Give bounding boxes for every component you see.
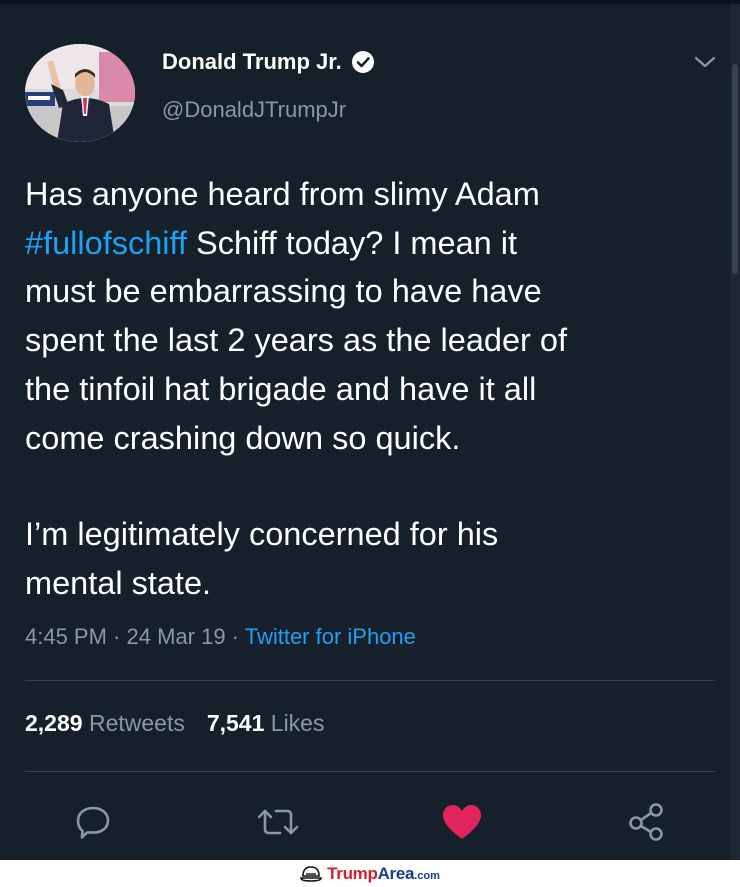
- reply-button[interactable]: [71, 800, 115, 844]
- tweet-text: Has anyone heard from slimy Adam #fullof…: [25, 170, 705, 608]
- meta-separator: ·: [106, 624, 127, 649]
- author-name[interactable]: Donald Trump Jr.: [162, 49, 342, 75]
- author-name-row[interactable]: Donald Trump Jr.: [162, 49, 375, 75]
- author-handle[interactable]: @DonaldJTrumpJr: [162, 97, 346, 123]
- tweet-time: 4:45 PM: [25, 624, 107, 649]
- likes-count: 7,541: [206, 710, 265, 736]
- chevron-down-icon[interactable]: [693, 50, 717, 74]
- tweet-date: 24 Mar 19: [126, 624, 226, 649]
- divider: [25, 771, 715, 772]
- tweet-paragraph-2: I’m legitimately concerned for his menta…: [25, 516, 499, 601]
- like-button[interactable]: [440, 800, 484, 844]
- tweet-paragraph-1: Has anyone heard from slimy Adam #fullof…: [25, 170, 705, 462]
- watermark-part-1: Trump: [327, 863, 378, 883]
- tweet-source-link[interactable]: Twitter for iPhone: [245, 624, 416, 649]
- retweet-icon: [257, 809, 299, 835]
- retweet-button[interactable]: [256, 800, 300, 844]
- retweets-count: 2,289: [25, 710, 83, 736]
- tweet-meta: 4:45 PM · 24 Mar 19 · Twitter for iPhone: [25, 624, 416, 650]
- meta-separator: ·: [225, 624, 245, 649]
- retweets-label: Retweets: [88, 710, 185, 736]
- likes-stat[interactable]: 7,541 Likes: [207, 710, 325, 736]
- author-avatar[interactable]: [25, 44, 135, 142]
- scrollbar-track[interactable]: [730, 4, 740, 860]
- reply-icon: [76, 806, 110, 839]
- watermark-part-3: .com: [414, 869, 440, 882]
- like-heart-icon: [443, 805, 481, 839]
- tweet-stats: 2,289 Retweets 7,541 Likes: [25, 710, 324, 737]
- avatar-photo: [25, 44, 135, 142]
- watermark-part-2: Area: [377, 863, 415, 883]
- divider: [25, 680, 715, 681]
- tweet-detail-screen: Donald Trump Jr. @DonaldJTrumpJr Has any…: [0, 0, 740, 887]
- hashtag-link[interactable]: #fullofschiff: [25, 225, 187, 261]
- watermark-logo: Trump Area .com: [300, 863, 440, 885]
- likes-label: Likes: [270, 710, 325, 736]
- hat-logo-icon: [300, 865, 322, 882]
- retweets-stat[interactable]: 2,289 Retweets: [25, 710, 185, 736]
- status-bar-edge: [0, 0, 740, 4]
- share-icon: [629, 803, 663, 841]
- scrollbar-thumb[interactable]: [732, 64, 738, 274]
- verified-badge-icon: [351, 51, 374, 73]
- share-button[interactable]: [625, 800, 669, 844]
- watermark-bar: Trump Area .com: [0, 860, 740, 887]
- tweet-text-start: Has anyone heard from slimy Adam: [25, 176, 540, 212]
